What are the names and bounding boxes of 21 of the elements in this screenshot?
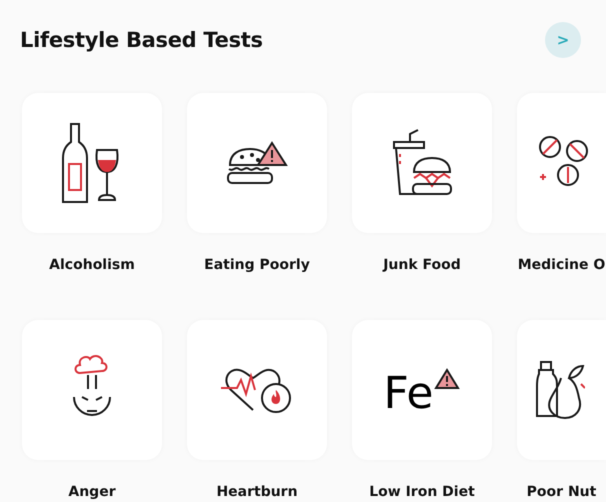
test-card[interactable]	[517, 93, 606, 233]
test-label: Junk Food	[383, 256, 461, 275]
heart-fire-icon	[221, 366, 293, 414]
test-card[interactable]: Fe	[352, 320, 492, 460]
test-label: Low Iron Diet	[369, 483, 475, 502]
test-label: Poor Nut	[526, 483, 596, 502]
burger-warning-icon	[226, 141, 288, 185]
test-label: Anger	[68, 483, 116, 502]
test-label: Medicine O	[518, 256, 606, 275]
drink-burger-icon	[390, 128, 454, 198]
warning-icon	[434, 368, 460, 390]
test-label: Heartburn	[216, 483, 298, 502]
bottle-pear-icon	[535, 360, 585, 420]
section-title: Lifestyle Based Tests	[20, 28, 263, 52]
test-card[interactable]	[517, 320, 606, 460]
test-card[interactable]	[22, 93, 162, 233]
test-card[interactable]	[187, 93, 327, 233]
test-label: Alcoholism	[49, 256, 135, 275]
iron-symbol: Fe	[384, 372, 434, 416]
test-label: Eating Poorly	[204, 256, 310, 275]
test-card[interactable]	[352, 93, 492, 233]
